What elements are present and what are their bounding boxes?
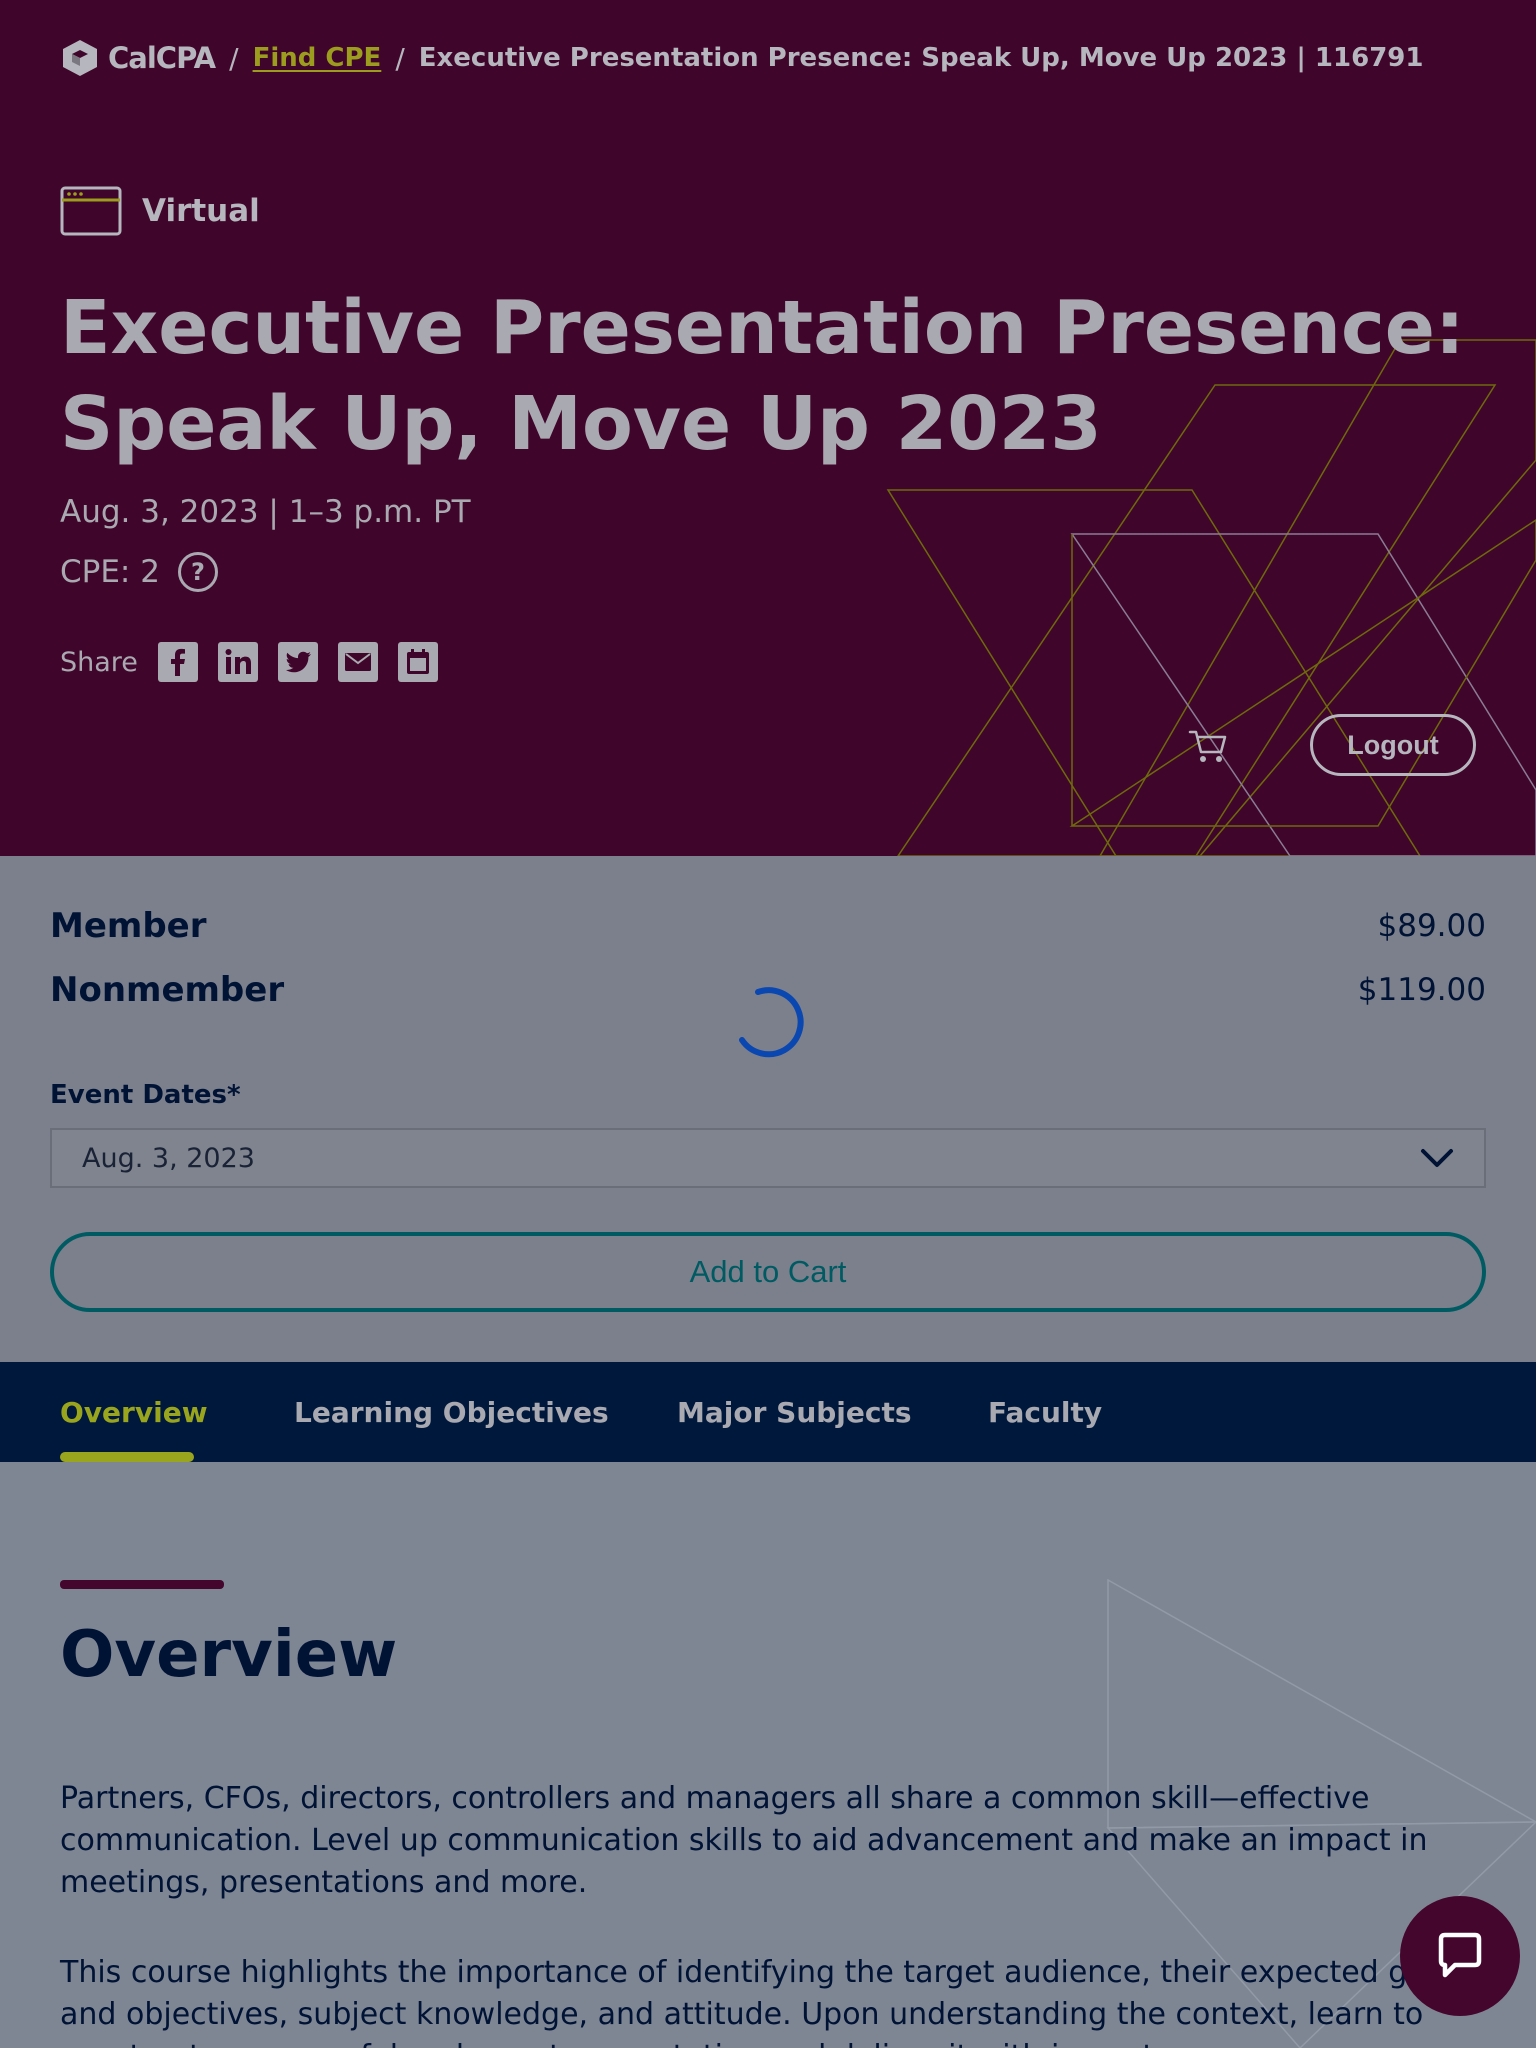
add-to-cart-button[interactable]: Add to Cart xyxy=(50,1232,1486,1312)
share-bar: Share xyxy=(60,642,438,682)
calcpa-logo[interactable]: CalCPA xyxy=(60,38,216,78)
twitter-icon[interactable] xyxy=(277,642,318,682)
cart-icon[interactable] xyxy=(1186,724,1230,768)
calendar-icon[interactable] xyxy=(397,642,438,682)
event-format: Virtual xyxy=(60,186,260,236)
logout-button[interactable]: Logout xyxy=(1310,714,1476,776)
share-label: Share xyxy=(60,646,138,678)
logo-text: CalCPA xyxy=(108,41,216,75)
loading-spinner-icon xyxy=(739,987,804,1058)
event-date-time: Aug. 3, 2023 | 1–3 p.m. PT xyxy=(60,494,471,530)
facebook-icon[interactable] xyxy=(157,642,198,682)
event-dates-label: Event Dates* xyxy=(50,1080,241,1110)
section-tabs: Overview Learning Objectives Major Subje… xyxy=(0,1362,1536,1462)
format-label: Virtual xyxy=(142,193,260,229)
breadcrumb-current: Executive Presentation Presence: Speak U… xyxy=(418,43,1424,73)
breadcrumb-find-cpe-link[interactable]: Find CPE xyxy=(253,43,382,73)
overview-heading: Overview xyxy=(60,1618,398,1692)
breadcrumb-separator: / xyxy=(229,41,239,75)
overview-paragraph: This course highlights the importance of… xyxy=(60,1955,1468,2048)
browser-window-icon xyxy=(60,186,122,236)
help-icon[interactable]: ? xyxy=(177,552,218,592)
selected-date: Aug. 3, 2023 xyxy=(82,1142,255,1174)
email-icon[interactable] xyxy=(337,642,378,682)
event-dates-select[interactable]: Aug. 3, 2023 xyxy=(50,1128,1486,1188)
cpe-credits: CPE: 2 ? xyxy=(60,552,218,592)
tab-overview[interactable]: Overview xyxy=(60,1362,208,1462)
event-title: Executive Presentation Presence: Speak U… xyxy=(60,285,1465,467)
chevron-down-icon xyxy=(1421,1149,1453,1167)
member-label: Member xyxy=(50,906,207,946)
cpe-label: CPE: 2 xyxy=(60,554,160,590)
linkedin-icon[interactable] xyxy=(217,642,258,682)
tab-major-subjects[interactable]: Major Subjects xyxy=(677,1362,912,1462)
tab-learning-objectives[interactable]: Learning Objectives xyxy=(294,1362,609,1462)
overview-section: Overview Partners, CFOs, directors, cont… xyxy=(0,1462,1536,2048)
breadcrumb: CalCPA / Find CPE / Executive Presentati… xyxy=(60,38,1423,78)
member-price: $89.00 xyxy=(1377,908,1486,944)
overview-paragraph: Partners, CFOs, directors, controllers a… xyxy=(60,1781,1428,1900)
calcpa-logo-icon xyxy=(63,40,97,76)
member-price-row: Member $89.00 xyxy=(50,906,1486,946)
event-hero: CalCPA / Find CPE / Executive Presentati… xyxy=(0,0,1536,856)
chat-button[interactable] xyxy=(1400,1896,1520,2016)
chat-bubble-icon xyxy=(1438,1932,1482,1978)
heading-accent-bar xyxy=(60,1580,224,1589)
nonmember-label: Nonmember xyxy=(50,970,285,1010)
breadcrumb-separator: / xyxy=(395,41,405,75)
tab-faculty[interactable]: Faculty xyxy=(988,1362,1102,1462)
active-tab-indicator xyxy=(60,1452,194,1462)
nonmember-price: $119.00 xyxy=(1357,972,1486,1008)
